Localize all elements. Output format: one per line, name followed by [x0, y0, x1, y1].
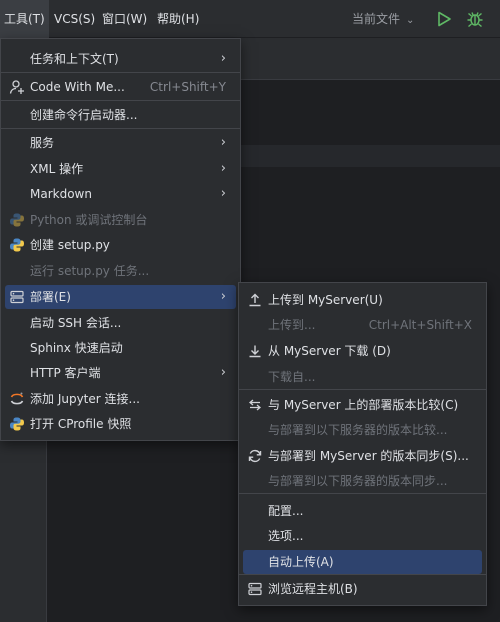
menu-item-label: 下载自... [268, 370, 316, 384]
chevron-right-icon: › [220, 51, 226, 66]
chevron-right-icon: › [220, 365, 226, 380]
menu-item-label: 部署(E) [30, 290, 71, 304]
menu-item-label: Markdown [30, 187, 92, 201]
sync-icon [247, 448, 263, 464]
menu-item-label: Python 或调试控制台 [30, 213, 148, 227]
run-configuration-label: 当前文件 [352, 12, 401, 26]
deploy-item-10[interactable]: 自动上传(A) [243, 550, 482, 574]
chevron-right-icon: › [220, 289, 226, 304]
menu-item-label: 创建命令行启动器... [30, 108, 138, 122]
menu-item-label: 选项... [268, 529, 304, 543]
server-icon [9, 289, 25, 305]
tools-item-9[interactable]: 部署(E) › [5, 285, 236, 309]
tools-item-6: Python 或调试控制台 [5, 208, 236, 232]
menu-tools[interactable]: 工具(T) [0, 0, 49, 38]
deploy-item-0[interactable]: 上传到 MyServer(U) [243, 288, 482, 312]
deploy-item-3: 下载自... [243, 365, 482, 389]
run-icon[interactable] [436, 11, 452, 27]
deploy-item-5: 与部署到以下服务器的版本比较... [243, 418, 482, 442]
python-icon [9, 212, 25, 228]
deploy-item-1: 上传到... Ctrl+Alt+Shift+X [243, 313, 482, 337]
tools-item-14[interactable]: 打开 CProfile 快照 [5, 412, 236, 436]
tools-item-3[interactable]: 服务 › [5, 131, 236, 155]
main-menubar: 工具(T) VCS(S) 窗口(W) 帮助(H) 当前文件 ⌄ [0, 0, 500, 38]
deploy-item-4[interactable]: 与 MyServer 上的部署版本比较(C) [243, 393, 482, 417]
python-icon [9, 237, 25, 253]
menu-item-label: 启动 SSH 会话... [30, 316, 122, 330]
menu-item-label: XML 操作 [30, 162, 84, 176]
menu-separator [1, 100, 240, 101]
menu-item-label: HTTP 客户端 [30, 366, 101, 380]
menu-separator [239, 493, 486, 494]
menu-item-label: Sphinx 快速启动 [30, 341, 123, 355]
menu-item-label: 与部署到以下服务器的版本比较... [268, 423, 448, 437]
menu-item-label: Code With Me... [30, 80, 125, 94]
menu-separator [1, 72, 240, 73]
tools-item-2[interactable]: 创建命令行启动器... [5, 103, 236, 127]
menu-separator [239, 574, 486, 575]
menu-window[interactable]: 窗口(W) [98, 0, 151, 38]
deploy-item-2[interactable]: 从 MyServer 下载 (D) [243, 339, 482, 363]
person-add-icon [9, 79, 25, 95]
menu-item-label: 打开 CProfile 快照 [30, 417, 132, 431]
chevron-right-icon: › [220, 135, 226, 150]
menu-item-label: 自动上传(A) [268, 555, 334, 569]
menu-separator [239, 389, 486, 390]
deployment-submenu: 上传到 MyServer(U) 上传到... Ctrl+Alt+Shift+X 从 … [238, 282, 487, 606]
menu-item-label: 配置... [268, 504, 304, 518]
server-icon [247, 581, 263, 597]
tools-item-0[interactable]: 任务和上下文(T) › [5, 47, 236, 71]
tools-item-8: 运行 setup.py 任务... [5, 259, 236, 283]
menu-item-label: 与部署到以下服务器的版本同步... [268, 474, 448, 488]
tools-item-7[interactable]: 创建 setup.py [5, 233, 236, 257]
tools-item-5[interactable]: Markdown › [5, 182, 236, 206]
chevron-right-icon: › [220, 161, 226, 176]
menu-item-label: 与 MyServer 上的部署版本比较(C) [268, 398, 459, 412]
deploy-item-8[interactable]: 配置... [243, 499, 482, 523]
tools-item-10[interactable]: 启动 SSH 会话... [5, 311, 236, 335]
deploy-item-6[interactable]: 与部署到 MyServer 的版本同步(S)... [243, 444, 482, 468]
menu-item-label: 运行 setup.py 任务... [30, 264, 150, 278]
menu-item-label: 服务 [30, 136, 55, 150]
menu-item-label: 从 MyServer 下载 (D) [268, 344, 391, 358]
menu-help[interactable]: 帮助(H) [153, 0, 203, 38]
tools-item-12[interactable]: HTTP 客户端 › [5, 361, 236, 385]
tools-item-1[interactable]: Code With Me... Ctrl+Shift+Y [5, 75, 236, 99]
menu-vcs[interactable]: VCS(S) [50, 0, 99, 38]
deploy-item-9[interactable]: 选项... [243, 524, 482, 548]
upload-icon [247, 292, 263, 308]
tools-item-4[interactable]: XML 操作 › [5, 157, 236, 181]
jupyter-icon [9, 391, 25, 407]
compare-icon [247, 397, 263, 413]
menu-item-label: 上传到 MyServer(U) [268, 293, 383, 307]
chevron-right-icon: › [220, 186, 226, 201]
tools-menu: 任务和上下文(T) › Code With Me... Ctrl+Shift+Y 创建… [0, 38, 241, 441]
menu-separator [1, 128, 240, 129]
python-icon [9, 416, 25, 432]
menu-item-label: 任务和上下文(T) [30, 52, 119, 66]
deploy-item-11[interactable]: 浏览远程主机(B) [243, 577, 482, 601]
editor-current-line [240, 145, 500, 167]
debug-icon[interactable] [466, 10, 484, 28]
menu-item-shortcut: Ctrl+Alt+Shift+X [368, 318, 472, 332]
tools-item-11[interactable]: Sphinx 快速启动 [5, 336, 236, 360]
menu-item-label: 与部署到 MyServer 的版本同步(S)... [268, 449, 469, 463]
deploy-item-7: 与部署到以下服务器的版本同步... [243, 469, 482, 493]
download-icon [247, 343, 263, 359]
menu-item-label: 添加 Jupyter 连接... [30, 392, 140, 406]
menu-item-shortcut: Ctrl+Shift+Y [149, 80, 226, 94]
chevron-down-icon: ⌄ [406, 15, 415, 26]
menu-item-label: 创建 setup.py [30, 238, 110, 252]
menu-item-label: 浏览远程主机(B) [268, 582, 358, 596]
menu-item-label: 上传到... [268, 318, 316, 332]
tools-item-13[interactable]: 添加 Jupyter 连接... [5, 387, 236, 411]
run-configuration-selector[interactable]: 当前文件 ⌄ [352, 0, 414, 38]
